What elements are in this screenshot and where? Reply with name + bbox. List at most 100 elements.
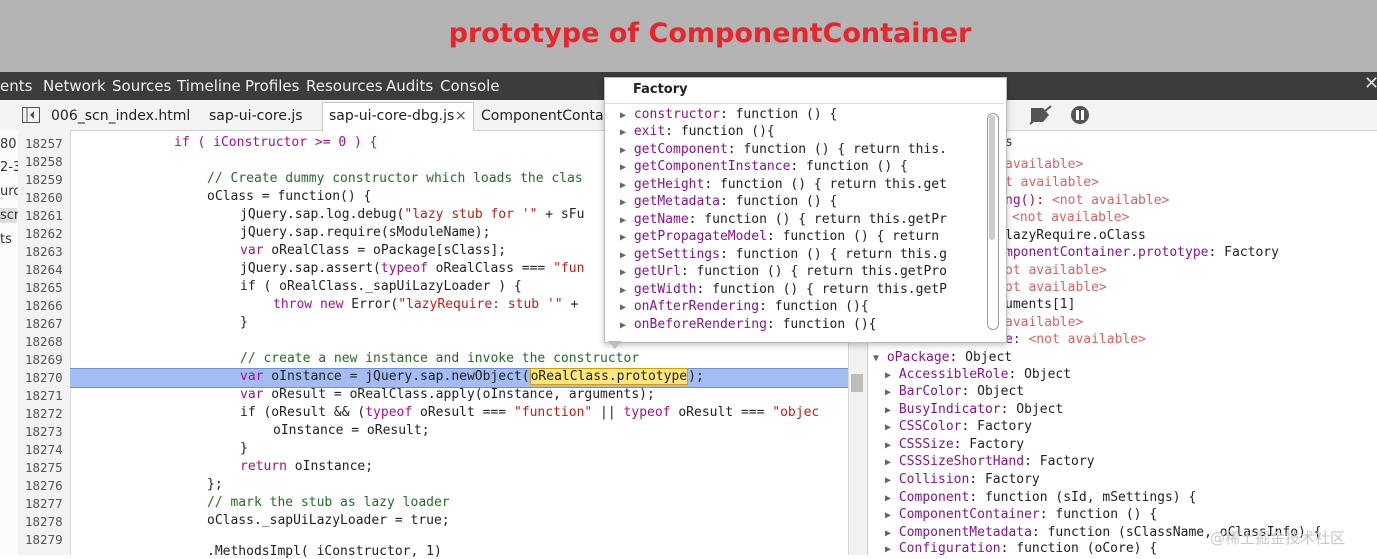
- collapsed-triangle-icon[interactable]: ▶: [885, 387, 891, 398]
- collapsed-triangle-icon[interactable]: ▶: [620, 285, 626, 296]
- line-number[interactable]: 18264: [25, 262, 63, 277]
- line-number[interactable]: 18270: [25, 370, 63, 385]
- collapsed-triangle-icon[interactable]: ▶: [885, 510, 891, 521]
- line-number[interactable]: 18263: [25, 244, 63, 259]
- collapsed-triangle-icon[interactable]: ▶: [620, 250, 626, 261]
- collapsed-triangle-icon[interactable]: ▶: [620, 232, 626, 243]
- file-tab-index[interactable]: 006_scn_index.html: [51, 108, 190, 124]
- collapsed-triangle-icon[interactable]: ▶: [620, 215, 626, 226]
- file-tab-close-icon[interactable]: ×: [455, 108, 467, 124]
- line-number[interactable]: 18274: [25, 442, 63, 457]
- collapsed-triangle-icon[interactable]: ▶: [620, 320, 626, 331]
- tab-profiles[interactable]: Profiles: [245, 77, 299, 95]
- tab-timeline[interactable]: Timeline: [177, 77, 241, 95]
- line-number[interactable]: 18275: [25, 460, 63, 475]
- collapsed-triangle-icon[interactable]: ▶: [620, 267, 626, 278]
- line-number[interactable]: 18257: [25, 136, 63, 151]
- line-number[interactable]: 18268: [25, 334, 63, 349]
- nav-fragment[interactable]: ts: [0, 232, 12, 247]
- line-number[interactable]: 18258: [25, 154, 63, 169]
- collapsed-triangle-icon[interactable]: ▶: [885, 544, 891, 555]
- scope-child[interactable]: ▶ BarColor: Object: [885, 384, 1024, 399]
- code-token: if ( oRealClass._sapUiLazyLoader ) {: [240, 279, 522, 294]
- scope-child[interactable]: ▶ Collision: Factory: [885, 472, 1040, 487]
- tab-network[interactable]: Network: [43, 77, 106, 95]
- scope-line[interactable]: mponentContainer.prototype: Factory: [1005, 245, 1279, 260]
- hover-expression[interactable]: oRealClass.prototype: [529, 368, 689, 385]
- line-number[interactable]: 18279: [25, 532, 63, 547]
- scope-child[interactable]: ▶ CSSSizeShortHand: Factory: [885, 454, 1095, 469]
- collapsed-triangle-icon[interactable]: ▶: [620, 302, 626, 313]
- close-icon[interactable]: ✕: [1364, 73, 1377, 94]
- popover-item[interactable]: ▶ getPropagateModel: function () { retur…: [620, 229, 947, 244]
- pause-on-exceptions-icon[interactable]: [1069, 104, 1091, 126]
- collapsed-triangle-icon[interactable]: ▶: [885, 370, 891, 381]
- line-number[interactable]: 18266: [25, 298, 63, 313]
- collapsed-triangle-icon[interactable]: ▶: [620, 145, 626, 156]
- popover-item[interactable]: ▶ getWidth: function () { return this.ge…: [620, 282, 947, 297]
- collapsed-triangle-icon[interactable]: ▶: [620, 110, 626, 121]
- editor-scrollbar-thumb[interactable]: [851, 374, 863, 392]
- banner-title: prototype of ComponentContainer: [448, 18, 972, 49]
- popover-item[interactable]: ▶ getComponentInstance: function () {: [620, 159, 908, 174]
- line-number[interactable]: 18276: [25, 478, 63, 493]
- nav-fragment[interactable]: 80: [0, 137, 17, 152]
- scope-child[interactable]: ▶ ComponentContainer: function () {: [885, 507, 1157, 522]
- nav-fragment-selected[interactable]: scn: [0, 208, 22, 223]
- line-number[interactable]: 18260: [25, 190, 63, 205]
- collapsed-triangle-icon[interactable]: ▶: [885, 457, 891, 468]
- line-number[interactable]: 18267: [25, 316, 63, 331]
- collapsed-triangle-icon[interactable]: ▶: [620, 180, 626, 191]
- file-tab-core[interactable]: sap-ui-core.js: [209, 108, 303, 124]
- file-tab-core-dbg[interactable]: sap-ui-core-dbg.js: [329, 108, 454, 124]
- line-number[interactable]: 18261: [25, 208, 63, 223]
- line-number[interactable]: 18273: [25, 424, 63, 439]
- file-tab-componentcontainer[interactable]: ComponentContai: [481, 108, 607, 124]
- collapsed-triangle-icon[interactable]: ▶: [885, 422, 891, 433]
- code-token: Error(: [343, 297, 399, 312]
- popover-item[interactable]: ▶ exit: function (){: [620, 124, 775, 139]
- popover-item[interactable]: ▶ getSettings: function () { return this…: [620, 247, 947, 262]
- tab-console[interactable]: Console: [440, 77, 500, 95]
- toggle-navigator-icon[interactable]: [22, 107, 40, 123]
- line-number[interactable]: 18262: [25, 226, 63, 241]
- popover-item[interactable]: ▶ getComponent: function () { return thi…: [620, 142, 947, 157]
- collapsed-triangle-icon[interactable]: ▶: [885, 405, 891, 416]
- scope-child[interactable]: ▶ CSSSize: Factory: [885, 437, 1024, 452]
- line-number[interactable]: 18271: [25, 388, 63, 403]
- line-number[interactable]: 18259: [25, 172, 63, 187]
- line-number[interactable]: 18277: [25, 496, 63, 511]
- tab-resources[interactable]: Resources: [306, 77, 383, 95]
- collapsed-triangle-icon[interactable]: ▶: [885, 493, 891, 504]
- scope-opackage[interactable]: ▼ oPackage: Object: [873, 350, 1012, 365]
- line-number[interactable]: 18272: [25, 406, 63, 421]
- tab-audits[interactable]: Audits: [386, 77, 433, 95]
- scope-child[interactable]: ▶ Configuration: function (oCore) {: [885, 541, 1157, 556]
- tab-sources[interactable]: Sources: [112, 77, 171, 95]
- expanded-triangle-icon[interactable]: ▼: [873, 353, 879, 364]
- collapsed-triangle-icon[interactable]: ▶: [885, 528, 891, 539]
- tab-elements[interactable]: ents: [0, 77, 32, 95]
- scope-child[interactable]: ▶ Component: function (sId, mSettings) {: [885, 490, 1196, 505]
- collapsed-triangle-icon[interactable]: ▶: [620, 162, 626, 173]
- popover-item[interactable]: ▶ getUrl: function () { return this.getP…: [620, 264, 947, 279]
- line-number[interactable]: 18269: [25, 352, 63, 367]
- line-number[interactable]: 18278: [25, 514, 63, 529]
- collapsed-triangle-icon[interactable]: ▶: [885, 475, 891, 486]
- popover-scrollbar-thumb[interactable]: [989, 115, 995, 240]
- scope-child[interactable]: ▶ CSSColor: Factory: [885, 419, 1032, 434]
- popover-item[interactable]: ▶ getMetadata: function () {: [620, 194, 837, 209]
- popover-item[interactable]: ▶ getName: function () { return this.get…: [620, 212, 947, 227]
- scope-child[interactable]: ▶ BusyIndicator: Object: [885, 402, 1063, 417]
- popover-item[interactable]: ▶ constructor: function () {: [620, 107, 837, 122]
- popover-item[interactable]: ▶ getHeight: function () { return this.g…: [620, 177, 947, 192]
- popover-item[interactable]: ▶ onAfterRendering: function (){: [620, 299, 869, 314]
- scope-child[interactable]: ▶ AccessibleRole: Object: [885, 367, 1071, 382]
- line-number[interactable]: 18265: [25, 280, 63, 295]
- popover-item[interactable]: ▶ onBeforeRendering: function (){: [620, 317, 877, 332]
- collapsed-triangle-icon[interactable]: ▶: [620, 127, 626, 138]
- collapsed-triangle-icon[interactable]: ▶: [885, 440, 891, 451]
- deactivate-breakpoints-icon[interactable]: [1028, 104, 1054, 126]
- popover-value: : function () { return: [766, 229, 947, 244]
- collapsed-triangle-icon[interactable]: ▶: [620, 197, 626, 208]
